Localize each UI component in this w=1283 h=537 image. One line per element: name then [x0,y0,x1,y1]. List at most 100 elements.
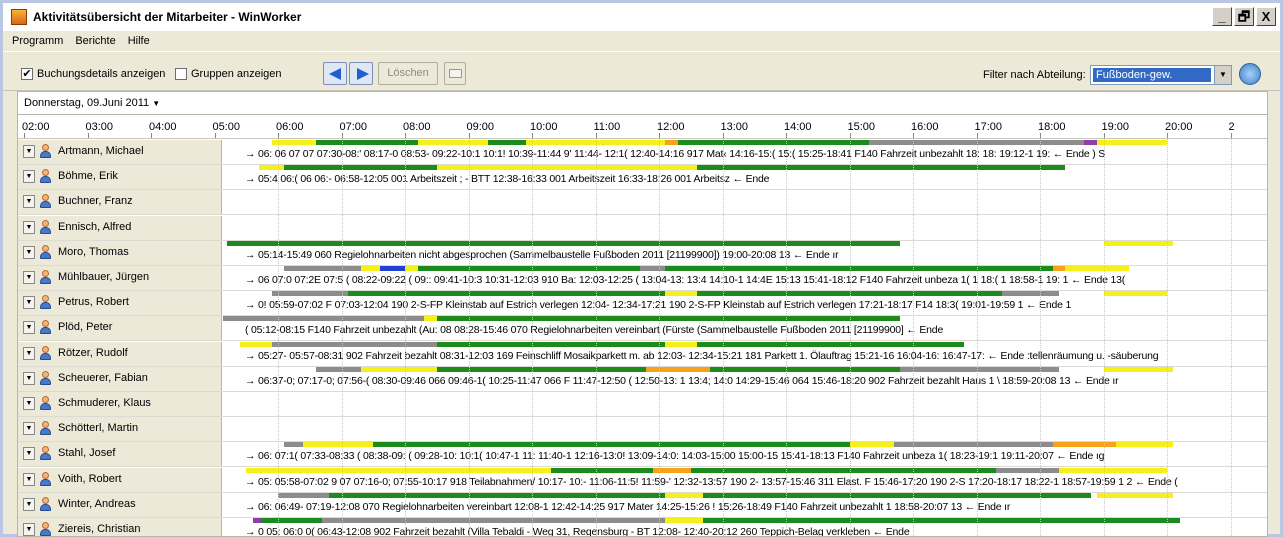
activity-bar[interactable] [303,442,374,448]
activity-bar[interactable] [1059,467,1167,473]
employee-row[interactable]: ▼ Stahl, Josef → 06: 07:1( 07:33-08:33 ( 0… [18,442,1267,468]
activity-bar[interactable] [436,341,666,347]
employee-row[interactable]: ▼ Ennisch, Alfred [18,215,1267,241]
activity-bar[interactable] [239,341,272,347]
activity-bar[interactable] [258,165,285,171]
activity-bar[interactable] [417,140,488,145]
activity-bar[interactable] [246,467,552,473]
employee-activity-track[interactable]: → 0 05: 06:0 0( 06:43-12:08 902 Fahrzeit… [223,518,1267,536]
employee-row[interactable]: ▼ Schmuderer, Klaus [18,392,1267,417]
close-button[interactable]: X [1256,7,1276,26]
employee-row[interactable]: ▼ Plöd, Peter ( 05:12-08:15 F140 Fahrzeit … [18,316,1267,342]
activity-bar[interactable] [1001,291,1060,297]
activity-bar[interactable] [678,140,869,145]
menu-berichte[interactable]: Berichte [75,35,115,47]
employee-row[interactable]: ▼ Rötzer, Rudolf → 05:27- 05:57-08:31 902 … [18,341,1267,367]
restore-button[interactable]: 🗗 [1234,7,1254,26]
activity-bar[interactable] [284,165,437,171]
employee-activity-track[interactable]: ( 05:12-08:15 F140 Fahrzeit unbezahlt (A… [223,316,1267,340]
employee-row[interactable]: ▼ Moro, Thomas → 05:14-15:49 060 Regielohn… [18,240,1267,266]
activity-bar[interactable] [1103,291,1167,297]
expand-dropdown-icon[interactable]: ▼ [23,170,35,184]
previous-day-button[interactable] [323,62,347,85]
employee-row[interactable]: ▼ Ziereis, Christian → 0 05: 06:0 0( 06:43… [18,518,1267,536]
expand-dropdown-icon[interactable]: ▼ [23,321,35,335]
activity-bar[interactable] [379,266,405,271]
employee-activity-track[interactable]: → 05:14-15:49 060 Regielohnarbeiten nich… [223,240,1267,265]
expand-dropdown-icon[interactable]: ▼ [23,472,35,486]
expand-dropdown-icon[interactable]: ▼ [23,296,35,310]
activity-bar[interactable] [665,518,704,523]
employee-row[interactable]: ▼ Petrus, Robert → 0! 05:59-07:02 F 07:03-… [18,291,1267,317]
activity-bar[interactable] [252,518,263,523]
activity-bar[interactable] [360,266,380,271]
employee-activity-track[interactable]: → 06 07:0 07:2E 07:5 ( 08:22-09:22 ( 09:… [223,266,1267,290]
activity-bar[interactable] [405,266,418,271]
buchungsdetails-checkbox[interactable]: ✔ Buchungsdetails anzeigen [21,68,165,80]
activity-bar[interactable] [697,341,964,347]
activity-bar[interactable] [1097,140,1167,145]
expand-dropdown-icon[interactable]: ▼ [23,346,35,360]
activity-bar[interactable] [347,291,666,297]
activity-bar[interactable] [709,366,901,372]
employee-row[interactable]: ▼ Schötterl, Martin [18,417,1267,443]
activity-bar[interactable] [1097,492,1174,498]
expand-dropdown-icon[interactable]: ▼ [23,447,35,461]
activity-bar[interactable] [1103,240,1174,246]
activity-bar[interactable] [703,492,1091,498]
employee-activity-track[interactable]: → 05:4 06:( 06 06:- 06:58-12:05 001 Arbe… [223,165,1267,189]
activity-bar[interactable] [328,492,666,498]
activity-bar[interactable] [1084,140,1098,145]
activity-bar[interactable] [900,366,1060,372]
activity-bar[interactable] [316,140,418,145]
activity-bar[interactable] [271,341,437,347]
loeschen-button[interactable]: Löschen [378,62,438,85]
expand-dropdown-icon[interactable]: ▼ [23,271,35,284]
activity-bar[interactable] [223,316,425,322]
activity-bar[interactable] [316,366,361,372]
refresh-button[interactable] [1239,63,1261,85]
date-selector[interactable]: Donnerstag, 09.Juni 2011 ▼ [17,91,1268,114]
expand-dropdown-icon[interactable]: ▼ [23,195,35,209]
employee-activity-track[interactable] [223,417,1267,441]
employee-row[interactable]: ▼ Winter, Andreas → 06: 06:49- 07:19-12:08… [18,492,1267,518]
employee-row[interactable]: ▼ Artmann, Michael → 06: 06 07 07 07:30-08… [18,140,1267,165]
activity-bar[interactable] [646,366,710,372]
activity-bar[interactable] [665,291,698,297]
activity-bar[interactable] [322,518,666,523]
expand-dropdown-icon[interactable]: ▼ [23,523,35,536]
employee-row[interactable]: ▼ Böhme, Erik → 05:4 06:( 06 06:- 06:58-12… [18,165,1267,191]
employee-activity-track[interactable]: → 06:37-0; 07:17-0; 07:56-( 08:30-09:46 … [223,366,1267,391]
activity-bar[interactable] [849,442,894,448]
employee-activity-track[interactable]: → 05:27- 05:57-08:31 902 Fahrzeit bezahl… [223,341,1267,366]
activity-bar[interactable] [1065,266,1129,271]
employee-row[interactable]: ▼ Scheuerer, Fabian → 06:37-0; 07:17-0; 07… [18,366,1267,392]
abteilung-filter-select[interactable]: Fußboden-gew. ▼ [1090,65,1232,85]
activity-bar[interactable] [262,518,323,523]
activity-bar[interactable] [665,341,698,347]
gruppen-checkbox[interactable]: Gruppen anzeigen [175,68,282,80]
activity-bar[interactable] [373,442,850,448]
activity-bar[interactable] [697,165,1066,171]
activity-bar[interactable] [424,316,437,322]
activity-bar[interactable] [284,442,304,448]
activity-bar[interactable] [278,492,329,498]
activity-bar[interactable] [1103,366,1174,372]
activity-bar[interactable] [436,316,901,322]
activity-bar[interactable] [665,140,679,145]
activity-bar[interactable] [227,240,901,246]
activity-bar[interactable] [639,266,666,271]
expand-dropdown-icon[interactable]: ▼ [23,422,35,436]
activity-bar[interactable] [690,467,996,473]
employee-activity-track[interactable] [223,190,1267,214]
employee-activity-track[interactable]: → 06: 06 07 07 07:30-08:' 08:17-0 08:53-… [223,140,1267,164]
minimize-button[interactable]: _ [1212,7,1232,26]
expand-dropdown-icon[interactable]: ▼ [23,397,35,410]
activity-bar[interactable] [1052,266,1066,271]
employee-activity-track[interactable]: → 06: 07:1( 07:33-08:33 ( 08:38-09: ( 09… [223,442,1267,466]
employee-activity-track[interactable] [223,216,1267,240]
next-day-button[interactable] [349,62,373,85]
expand-dropdown-icon[interactable]: ▼ [23,145,35,158]
expand-dropdown-icon[interactable]: ▼ [23,220,35,234]
expand-dropdown-icon[interactable]: ▼ [23,245,35,259]
